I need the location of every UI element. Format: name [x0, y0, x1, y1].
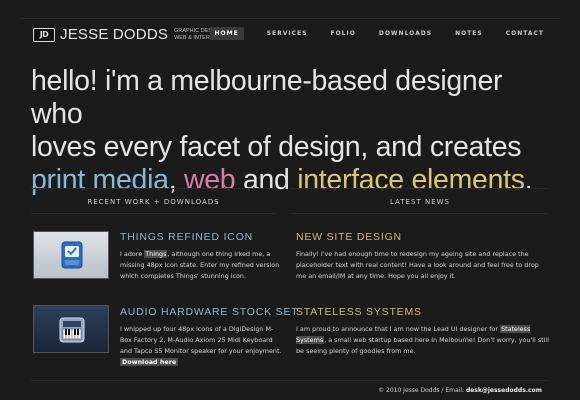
news-item-title[interactable]: STATELESS SYSTEMS [296, 306, 422, 318]
logo-mark: JD [33, 27, 55, 42]
news-item-body: I am proud to announce that I am now the… [296, 324, 550, 357]
nav-services[interactable]: SERVICES [267, 30, 308, 37]
keyboard-icon [59, 317, 85, 343]
hero-period: . [524, 164, 533, 196]
hero-print-media: print media [31, 164, 169, 196]
email-link[interactable]: desk@jessedodds.com [466, 387, 542, 394]
work-item-body: I whipped up four 48px icons of a DigiDe… [120, 324, 282, 368]
news-top-divider [290, 188, 547, 189]
copyright: © 2010 Jesse Dodds / Email: [378, 387, 466, 394]
nav-contact[interactable]: CONTACT [506, 30, 544, 37]
work-item-body: I adore Things, although one thing irked… [120, 249, 280, 282]
news-item-title[interactable]: NEW SITE DESIGN [296, 231, 402, 243]
work-item-title[interactable]: THINGS REFINED ICON [120, 231, 253, 243]
news-body-pre: I am proud to announce that I am now the… [296, 325, 501, 333]
news-heading-divider [290, 213, 547, 214]
hero-web: web [183, 164, 236, 196]
news-item-body: Finally! I've had enough time to redesig… [296, 250, 539, 280]
audio-hardware-thumbnail[interactable] [33, 305, 109, 353]
things-highlight[interactable]: Things [144, 250, 168, 258]
news-heading: LATEST NEWS [390, 198, 450, 206]
hero-intro: hello! i'm a melbourne-based designer wh… [31, 65, 551, 197]
top-divider [20, 18, 560, 19]
hero-and: and [235, 164, 298, 196]
nav-folio[interactable]: FOLIO [330, 30, 355, 37]
news-body-post: , a small web startup based here in Melb… [296, 336, 549, 355]
works-top-divider [31, 188, 276, 189]
nav-downloads[interactable]: DOWNLOADS [379, 30, 432, 37]
logo-name: JESSE DODDS [60, 26, 169, 43]
footer-divider [31, 380, 547, 381]
work-item-title[interactable]: AUDIO HARDWARE STOCK SET [120, 306, 298, 318]
work-body-pre: I adore [120, 250, 145, 258]
things-app-icon [61, 241, 83, 269]
main-nav: HOME SERVICES FOLIO DOWNLOADS NOTES CONT… [209, 27, 544, 40]
download-link[interactable]: Download here [120, 358, 179, 366]
hero-line-1: hello! i'm a melbourne-based designer wh… [31, 65, 503, 130]
works-heading-divider [31, 213, 276, 214]
nav-notes[interactable]: NOTES [455, 30, 483, 37]
hero-interface-elements: interface elements [297, 164, 525, 196]
work-body: I whipped up four 48px icons of a DigiDe… [120, 325, 282, 355]
nav-home[interactable]: HOME [209, 27, 244, 40]
works-heading: RECENT WORK + DOWNLOADS [87, 198, 220, 206]
footer: © 2010 Jesse Dodds / Email: desk@jessedo… [378, 387, 542, 394]
things-icon-thumbnail[interactable] [33, 231, 109, 279]
hero-line-2: loves every facet of design, and creates [31, 131, 522, 163]
site-logo[interactable]: JD JESSE DODDS GRAPHIC DESIGN WEB & INTE… [33, 26, 224, 43]
hero-line-3: print media, web and interface elements. [31, 164, 551, 197]
hero-comma: , [168, 164, 184, 196]
